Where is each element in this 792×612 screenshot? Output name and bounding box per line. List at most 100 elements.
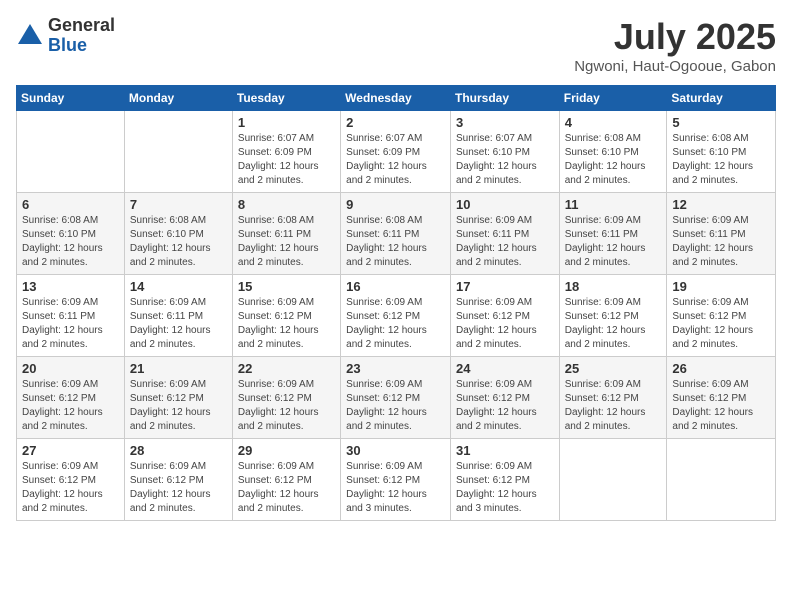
calendar-cell: 15Sunrise: 6:09 AM Sunset: 6:12 PM Dayli…: [232, 275, 340, 357]
day-number: 25: [565, 361, 662, 376]
day-number: 7: [130, 197, 227, 212]
day-info: Sunrise: 6:07 AM Sunset: 6:09 PM Dayligh…: [346, 132, 445, 188]
day-number: 19: [672, 279, 770, 294]
day-info: Sunrise: 6:07 AM Sunset: 6:09 PM Dayligh…: [238, 132, 335, 188]
calendar-cell: 19 Sunrise: 6:09 AM Sunset: 6:12 PM Dayli…: [667, 275, 776, 357]
day-info: Sunrise: 6:09 AM Sunset: 6:11 PM Dayligh…: [22, 296, 119, 352]
day-number: 15: [238, 279, 335, 294]
day-number: 2: [346, 115, 445, 130]
title-block: July 2025 Ngwoni, Haut-Ogooue, Gabon: [574, 16, 776, 75]
calendar-cell: 29Sunrise: 6:09 AM Sunset: 6:12 PM Dayli…: [232, 439, 340, 521]
weekday-header-sunday: Sunday: [17, 86, 125, 111]
weekday-header-monday: Monday: [124, 86, 232, 111]
day-info: Sunrise: 6:09 AM Sunset: 6:12 PM Dayligh…: [22, 460, 119, 516]
logo-general-text: General: [48, 16, 115, 36]
day-info: Sunrise: 6:09 AM Sunset: 6:12 PM Dayligh…: [672, 296, 770, 352]
calendar-cell: 28Sunrise: 6:09 AM Sunset: 6:12 PM Dayli…: [124, 439, 232, 521]
day-number: 10: [456, 197, 554, 212]
day-info: Sunrise: 6:09 AM Sunset: 6:12 PM Dayligh…: [22, 378, 119, 434]
general-blue-logo-icon: [16, 22, 44, 50]
day-info: Sunrise: 6:08 AM Sunset: 6:10 PM Dayligh…: [130, 214, 227, 270]
calendar-cell: 30 Sunrise: 6:09 AM Sunset: 6:12 PM Dayli…: [341, 439, 451, 521]
day-number: 13: [22, 279, 119, 294]
day-info: Sunrise: 6:09 AM Sunset: 6:11 PM Dayligh…: [565, 214, 662, 270]
day-number: 4: [565, 115, 662, 130]
calendar-cell: [17, 111, 125, 193]
day-number: 22: [238, 361, 335, 376]
day-info: Sunrise: 6:08 AM Sunset: 6:11 PM Dayligh…: [238, 214, 335, 270]
day-number: 27: [22, 443, 119, 458]
day-number: 30: [346, 443, 445, 458]
day-number: 28: [130, 443, 227, 458]
day-info: Sunrise: 6:09 AM Sunset: 6:12 PM Dayligh…: [672, 378, 770, 434]
day-number: 5: [672, 115, 770, 130]
day-info: Sunrise: 6:08 AM Sunset: 6:10 PM Dayligh…: [565, 132, 662, 188]
calendar-cell: 26 Sunrise: 6:09 AM Sunset: 6:12 PM Dayli…: [667, 357, 776, 439]
calendar-cell: 16 Sunrise: 6:09 AM Sunset: 6:12 PM Dayli…: [341, 275, 451, 357]
calendar-cell: 2 Sunrise: 6:07 AM Sunset: 6:09 PM Daylig…: [341, 111, 451, 193]
day-info: Sunrise: 6:09 AM Sunset: 6:12 PM Dayligh…: [346, 378, 445, 434]
calendar-week-row: 1Sunrise: 6:07 AM Sunset: 6:09 PM Daylig…: [17, 111, 776, 193]
calendar-cell: 18 Sunrise: 6:09 AM Sunset: 6:12 PM Dayli…: [559, 275, 667, 357]
day-info: Sunrise: 6:09 AM Sunset: 6:11 PM Dayligh…: [130, 296, 227, 352]
day-number: 11: [565, 197, 662, 212]
calendar-week-row: 6Sunrise: 6:08 AM Sunset: 6:10 PM Daylig…: [17, 193, 776, 275]
calendar-cell: 27 Sunrise: 6:09 AM Sunset: 6:12 PM Dayli…: [17, 439, 125, 521]
day-number: 14: [130, 279, 227, 294]
calendar-cell: 10Sunrise: 6:09 AM Sunset: 6:11 PM Dayli…: [450, 193, 559, 275]
day-info: Sunrise: 6:09 AM Sunset: 6:12 PM Dayligh…: [565, 378, 662, 434]
day-info: Sunrise: 6:09 AM Sunset: 6:11 PM Dayligh…: [672, 214, 770, 270]
calendar-cell: 4 Sunrise: 6:08 AM Sunset: 6:10 PM Daylig…: [559, 111, 667, 193]
day-info: Sunrise: 6:08 AM Sunset: 6:10 PM Dayligh…: [22, 214, 119, 270]
logo-blue-text: Blue: [48, 36, 115, 56]
day-number: 24: [456, 361, 554, 376]
day-number: 9: [346, 197, 445, 212]
day-info: Sunrise: 6:09 AM Sunset: 6:12 PM Dayligh…: [565, 296, 662, 352]
day-info: Sunrise: 6:09 AM Sunset: 6:12 PM Dayligh…: [238, 460, 335, 516]
calendar-cell: [667, 439, 776, 521]
day-number: 16: [346, 279, 445, 294]
calendar-cell: 3Sunrise: 6:07 AM Sunset: 6:10 PM Daylig…: [450, 111, 559, 193]
day-info: Sunrise: 6:08 AM Sunset: 6:11 PM Dayligh…: [346, 214, 445, 270]
calendar-cell: 7 Sunrise: 6:08 AM Sunset: 6:10 PM Daylig…: [124, 193, 232, 275]
calendar-week-row: 20 Sunrise: 6:09 AM Sunset: 6:12 PM Dayli…: [17, 357, 776, 439]
calendar-cell: 24Sunrise: 6:09 AM Sunset: 6:12 PM Dayli…: [450, 357, 559, 439]
day-number: 20: [22, 361, 119, 376]
month-title: July 2025: [574, 16, 776, 58]
calendar-cell: [124, 111, 232, 193]
day-number: 31: [456, 443, 554, 458]
day-info: Sunrise: 6:09 AM Sunset: 6:12 PM Dayligh…: [456, 460, 554, 516]
calendar-cell: 11 Sunrise: 6:09 AM Sunset: 6:11 PM Dayli…: [559, 193, 667, 275]
calendar-cell: 25 Sunrise: 6:09 AM Sunset: 6:12 PM Dayli…: [559, 357, 667, 439]
calendar-cell: 6Sunrise: 6:08 AM Sunset: 6:10 PM Daylig…: [17, 193, 125, 275]
calendar-header-row: SundayMondayTuesdayWednesdayThursdayFrid…: [17, 86, 776, 111]
calendar-cell: 9 Sunrise: 6:08 AM Sunset: 6:11 PM Daylig…: [341, 193, 451, 275]
calendar-cell: 22Sunrise: 6:09 AM Sunset: 6:12 PM Dayli…: [232, 357, 340, 439]
day-number: 26: [672, 361, 770, 376]
day-number: 3: [456, 115, 554, 130]
weekday-header-friday: Friday: [559, 86, 667, 111]
day-info: Sunrise: 6:09 AM Sunset: 6:12 PM Dayligh…: [346, 460, 445, 516]
day-number: 17: [456, 279, 554, 294]
day-info: Sunrise: 6:09 AM Sunset: 6:12 PM Dayligh…: [456, 296, 554, 352]
calendar-cell: 13 Sunrise: 6:09 AM Sunset: 6:11 PM Dayli…: [17, 275, 125, 357]
day-info: Sunrise: 6:09 AM Sunset: 6:12 PM Dayligh…: [346, 296, 445, 352]
calendar-cell: 12 Sunrise: 6:09 AM Sunset: 6:11 PM Dayli…: [667, 193, 776, 275]
calendar-cell: 5Sunrise: 6:08 AM Sunset: 6:10 PM Daylig…: [667, 111, 776, 193]
calendar-cell: 1Sunrise: 6:07 AM Sunset: 6:09 PM Daylig…: [232, 111, 340, 193]
logo-text: General Blue: [48, 16, 115, 56]
calendar-cell: 21 Sunrise: 6:09 AM Sunset: 6:12 PM Dayli…: [124, 357, 232, 439]
calendar-week-row: 27 Sunrise: 6:09 AM Sunset: 6:12 PM Dayli…: [17, 439, 776, 521]
calendar-cell: 8 Sunrise: 6:08 AM Sunset: 6:11 PM Daylig…: [232, 193, 340, 275]
calendar-cell: 20 Sunrise: 6:09 AM Sunset: 6:12 PM Dayli…: [17, 357, 125, 439]
day-number: 8: [238, 197, 335, 212]
calendar-cell: 14 Sunrise: 6:09 AM Sunset: 6:11 PM Dayli…: [124, 275, 232, 357]
location-title: Ngwoni, Haut-Ogooue, Gabon: [574, 58, 776, 75]
day-number: 18: [565, 279, 662, 294]
day-number: 12: [672, 197, 770, 212]
calendar-cell: 23Sunrise: 6:09 AM Sunset: 6:12 PM Dayli…: [341, 357, 451, 439]
day-number: 21: [130, 361, 227, 376]
calendar-cell: [559, 439, 667, 521]
day-info: Sunrise: 6:09 AM Sunset: 6:12 PM Dayligh…: [130, 378, 227, 434]
weekday-header-thursday: Thursday: [450, 86, 559, 111]
